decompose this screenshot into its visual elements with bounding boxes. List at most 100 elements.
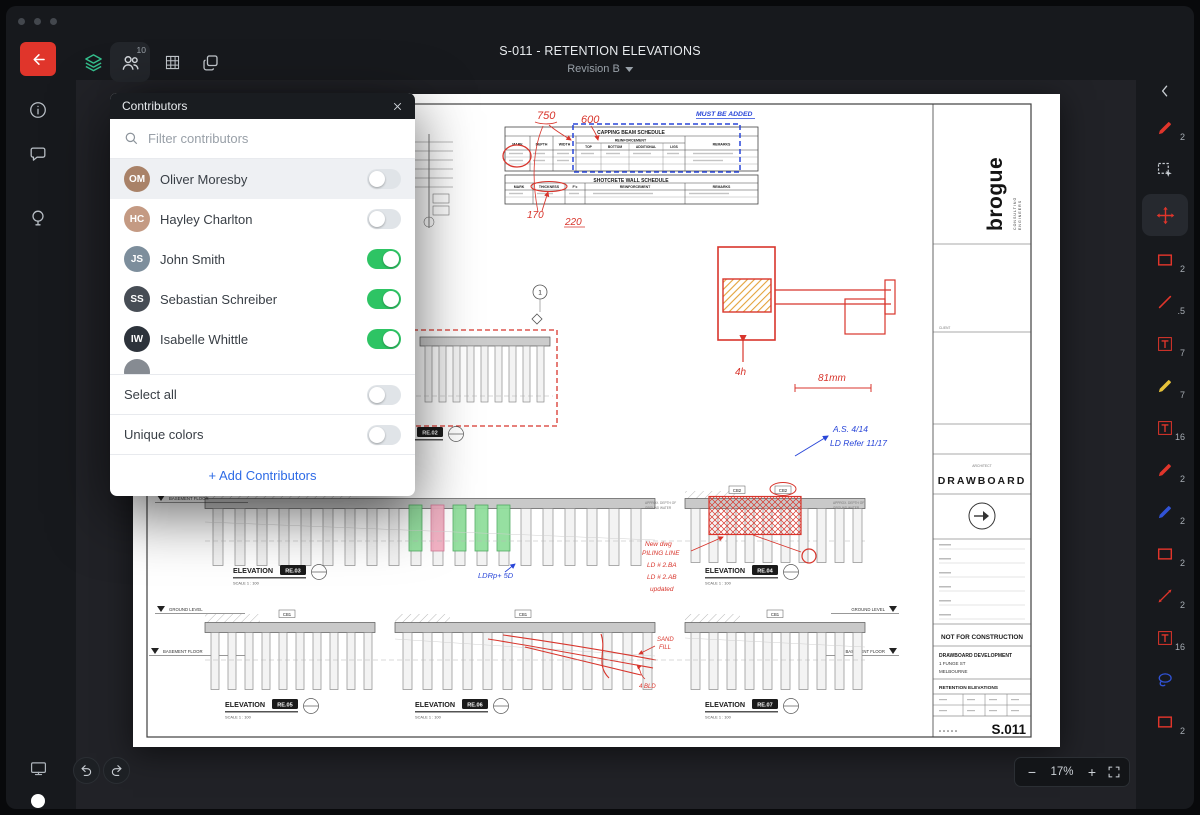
rect-tool[interactable]: 2 [1143,704,1187,740]
pen-tool[interactable]: 2 [1143,494,1187,530]
not-for-construction: NOT FOR CONSTRUCTION [941,634,1023,641]
pointer-button[interactable] [26,206,50,230]
grid-button[interactable] [158,48,186,76]
pages-button[interactable] [196,48,224,76]
collapse-panel-button[interactable] [1157,80,1173,102]
title-block: brogue CONSULTING ENGINEERS CLIENT ARCHI… [933,157,1031,737]
brand-sub: CONSULTING [1013,197,1017,230]
svg-text:BASEMENT FLOOR: BASEMENT FLOOR [845,649,885,654]
svg-text:GROUND LEVEL: GROUND LEVEL [169,607,203,612]
contributor-row[interactable]: SSSebastian Schreiber [110,279,415,319]
window-control-dot[interactable] [50,18,57,25]
svg-text:PILING LINE: PILING LINE [642,550,680,557]
present-button[interactable] [26,756,50,780]
svg-text:REMARKS: REMARKS [713,143,731,147]
contributor-toggle[interactable] [367,169,401,189]
elevation-re07: CB1 ELEVATION RE.07 SCALE 1 : 100 [685,610,865,720]
contributor-toggle[interactable] [367,209,401,229]
tool-count: 2 [1180,726,1185,736]
contributor-row[interactable]: HCHayley Charlton [110,199,415,239]
rect-tool[interactable]: 2 [1143,242,1187,278]
add-contributors-button[interactable]: + Add Contributors [110,454,415,496]
contributors-panel: Contributors OMOliver MoresbyHCHayley Ch… [110,93,415,496]
select-all-toggle[interactable] [367,385,401,405]
present-icon [29,759,48,778]
revision-selector[interactable]: Revision B [499,63,700,75]
tool-count: 7 [1180,390,1185,400]
svg-text:SCALE 1 : 100: SCALE 1 : 100 [233,581,260,586]
undo-button[interactable] [73,757,100,784]
red-detail-markup: 4h 81mm [718,247,895,392]
pen-tool[interactable]: 2 [1143,452,1187,488]
toggle-knob [383,291,399,307]
svg-text:TOP: TOP [585,145,593,149]
contributor-toggle[interactable] [367,329,401,349]
filter-input[interactable] [148,131,401,146]
contributor-toggle[interactable] [367,249,401,269]
fullscreen-button[interactable] [1107,765,1121,779]
grid-bubble: 1 [532,285,547,324]
project-address1: 1 FUNGE ST [939,661,966,666]
color-indicator[interactable] [31,794,45,808]
window-control-dot[interactable] [18,18,25,25]
move-tool[interactable] [1142,194,1188,236]
zoom-controls: − 17% + [1014,757,1130,787]
project-name: DRAWBOARD DEVELOPMENT [939,653,1012,659]
text-tool[interactable]: 7 [1143,326,1187,362]
pen-tool[interactable]: 7 [1143,368,1187,404]
svg-text:RE.02: RE.02 [422,431,438,437]
comments-button[interactable] [26,142,50,166]
svg-text:REMARKS: REMARKS [713,185,731,189]
text-tool[interactable]: 16 [1143,410,1187,446]
comment-icon [28,144,48,164]
svg-text:600: 600 [581,114,600,126]
select-tool[interactable] [1143,152,1187,188]
drawing-title: RETENTION ELEVATIONS [939,685,999,691]
contributor-row[interactable]: JSJohn Smith [110,239,415,279]
pen-tool[interactable]: 2 [1143,110,1187,146]
redo-icon [109,763,124,778]
close-button[interactable] [392,101,403,112]
screen: 10 S-011 - RETENTION ELEVATIONS Revision… [0,0,1200,815]
elevation-label: ELEVATION RE.04 SCALE 1 : 100 [705,565,799,586]
avatar: IW [124,326,150,352]
lasso-tool[interactable] [1143,662,1187,698]
contributors-search [110,119,415,159]
pen-icon [1156,119,1174,137]
contributors-button[interactable]: 10 [110,42,150,82]
architect-label: ARCHITECT [972,464,991,468]
contributors-list: OMOliver MoresbyHCHayley CharltonJSJohn … [110,159,415,359]
page-title: S-011 - RETENTION ELEVATIONS [499,44,700,58]
text-icon [1156,629,1174,647]
layers-icon [83,52,104,73]
svg-text:SCALE 1 : 100: SCALE 1 : 100 [705,715,732,720]
svg-text:WIDTH: WIDTH [559,143,571,147]
svg-text:REINFORCEMENT: REINFORCEMENT [615,138,647,142]
svg-text:GROUND WATER: GROUND WATER [645,506,672,510]
contributor-row[interactable]: IWIsabelle Whittle [110,319,415,359]
toggle-knob [369,387,385,403]
info-button[interactable] [26,98,50,122]
zoom-out-button[interactable]: − [1023,765,1041,779]
document-header: S-011 - RETENTION ELEVATIONS Revision B [499,44,700,75]
rect-tool[interactable]: 2 [1143,536,1187,572]
layers-button[interactable] [79,48,107,76]
arrow-left-icon [30,51,47,68]
back-button[interactable] [20,42,56,76]
tool-count: 2 [1180,474,1185,484]
tool-list: 2 2 .5 7 7 16 2 2 2 2 16 2 [1142,110,1188,746]
contributor-toggle[interactable] [367,289,401,309]
unique-colors-row: Unique colors [110,414,415,454]
unique-colors-toggle[interactable] [367,425,401,445]
zoom-in-button[interactable]: + [1083,765,1101,779]
svg-text:THICKNESS: THICKNESS [539,185,560,189]
pages-icon [201,53,220,72]
redo-button[interactable] [103,757,130,784]
tool-count: 2 [1180,132,1185,142]
window-control-dot[interactable] [34,18,41,25]
line-tool[interactable]: .5 [1143,284,1187,320]
svg-text:F'c: F'c [573,185,578,189]
measure-tool[interactable]: 2 [1143,578,1187,614]
contributor-row[interactable]: OMOliver Moresby [110,159,415,199]
text-tool[interactable]: 16 [1143,620,1187,656]
